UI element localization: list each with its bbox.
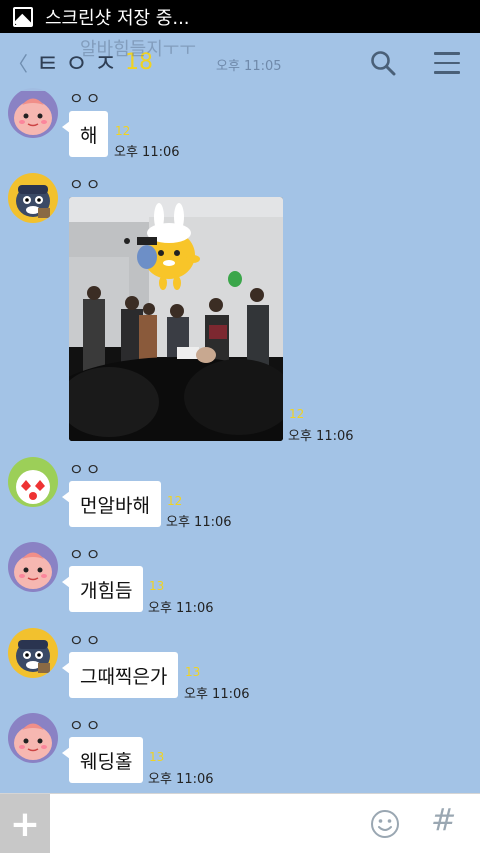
- message-time: 오후 11:06: [148, 772, 214, 787]
- sender-name: ㅇㅇ: [69, 631, 103, 650]
- unread-count: 12: [167, 494, 183, 508]
- chat-header: 알바힘들지ㅜㅜ 오후 11:05 〈 ㅌㅇㅈ 18: [0, 33, 480, 91]
- hash-button[interactable]: #: [431, 803, 456, 838]
- unread-count: 12: [115, 124, 131, 138]
- frodo-avatar[interactable]: [8, 173, 58, 223]
- message-text: 먼알바해: [80, 494, 150, 517]
- message-time: 오후 11:06: [148, 601, 214, 616]
- message-input[interactable]: [50, 794, 360, 853]
- back-button[interactable]: 〈: [8, 48, 28, 77]
- unread-count: 12: [289, 407, 305, 421]
- input-bar: + #: [0, 793, 480, 853]
- message-bubble[interactable]: 웨딩홀: [61, 737, 144, 783]
- sender-name: ㅇㅇ: [69, 545, 103, 564]
- frodo-avatar[interactable]: [8, 628, 58, 678]
- sender-name: ㅇㅇ: [69, 716, 103, 735]
- message-time: 오후 11:06: [114, 145, 180, 160]
- message-bubble[interactable]: 개힘듬: [61, 566, 144, 612]
- message-bubble[interactable]: 먼알바해: [62, 481, 161, 527]
- sender-name: ㅇㅇ: [69, 175, 103, 194]
- message-text: 웨딩홀: [80, 750, 133, 773]
- menu-icon[interactable]: [434, 52, 460, 74]
- message-time: 오후 11:06: [184, 687, 250, 702]
- notice-time: 오후 11:05: [216, 59, 282, 74]
- unread-count: 13: [149, 750, 165, 764]
- emoticon-icon[interactable]: [370, 809, 400, 839]
- apeach-avatar[interactable]: [8, 713, 58, 763]
- notice-preview: 알바힘들지ㅜㅜ: [80, 39, 196, 60]
- unread-count: 13: [149, 579, 165, 593]
- message-bubble[interactable]: 그때찍은가: [61, 652, 179, 698]
- sender-name: ㅇㅇ: [69, 460, 103, 479]
- image-icon: [13, 6, 33, 27]
- message-text: 해: [80, 124, 98, 147]
- muzi-avatar[interactable]: [8, 457, 58, 507]
- message-bubble[interactable]: 해: [61, 111, 109, 157]
- attach-button[interactable]: +: [0, 794, 50, 853]
- apeach-avatar[interactable]: [8, 88, 58, 138]
- message-time: 오후 11:06: [288, 429, 354, 444]
- status-text: 스크린샷 저장 중...: [45, 7, 190, 29]
- message-time: 오후 11:06: [166, 515, 232, 530]
- apeach-avatar[interactable]: [8, 542, 58, 592]
- message-text: 그때찍은가: [80, 665, 168, 688]
- shared-photo[interactable]: [69, 197, 283, 441]
- chat-area[interactable]: ㅇㅇ 해 12 오후 11:06 ㅇㅇ 12 오후 11:06 ㅇㅇ 먼알바해 …: [0, 33, 480, 793]
- search-icon[interactable]: [370, 50, 396, 76]
- status-bar: 스크린샷 저장 중...: [0, 0, 480, 33]
- unread-count: 13: [185, 665, 201, 679]
- message-text: 개힘듬: [80, 579, 133, 602]
